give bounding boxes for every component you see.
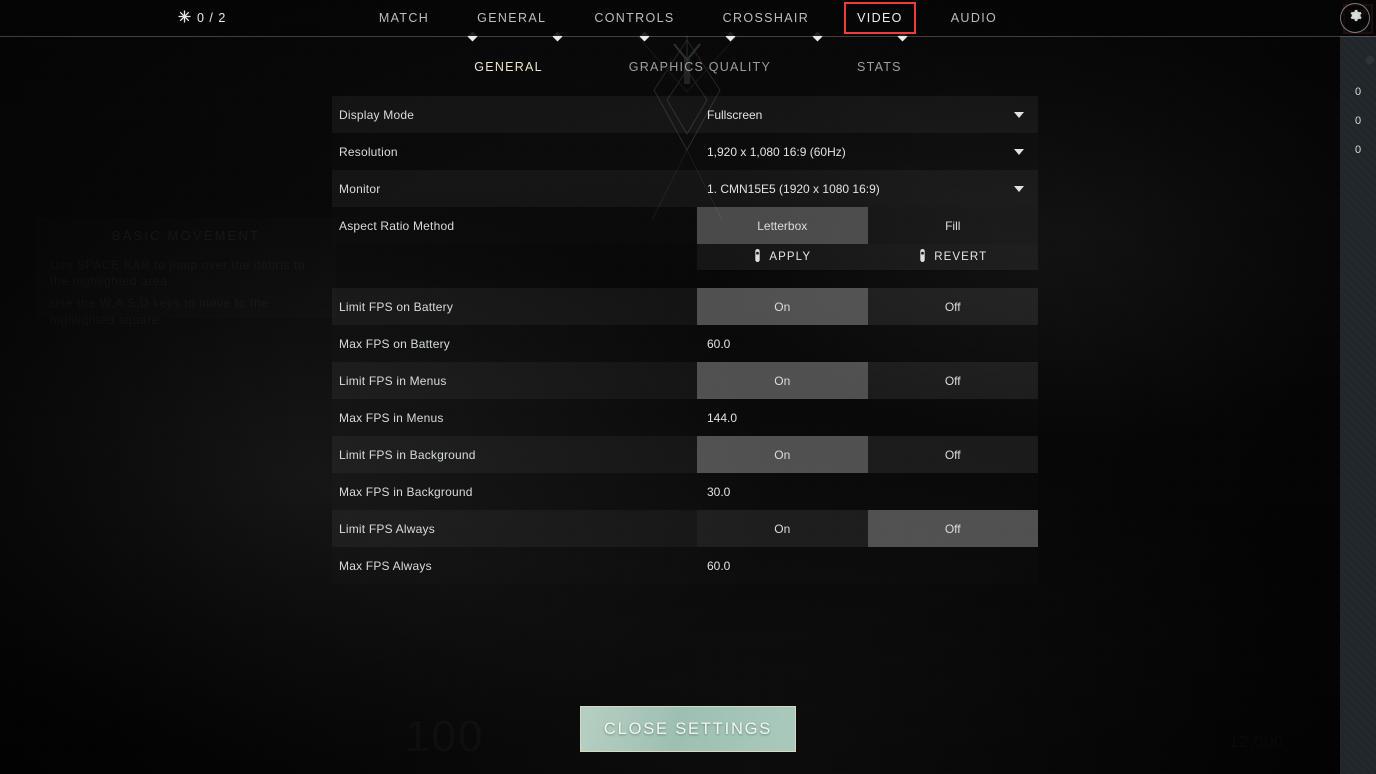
segment-limit-fps-on-battery-off[interactable]: Off (868, 288, 1039, 325)
setting-label-max-fps-in-background: Max FPS in Background (339, 484, 473, 499)
dropdown-value-monitor: 1. CMN15E5 (1920 x 1080 16:9) (707, 181, 880, 196)
subtab-general[interactable]: GENERAL (474, 60, 543, 74)
dropdown-value-display-mode: Fullscreen (707, 107, 763, 122)
subtab-graphics-quality[interactable]: GRAPHICS QUALITY (629, 60, 771, 74)
setting-row-max-fps-in-background: Max FPS in Background 30.0 (332, 473, 1038, 510)
setting-label-limit-fps-in-menus: Limit FPS in Menus (339, 373, 447, 388)
segment-limit-fps-on-battery-on[interactable]: On (697, 288, 868, 325)
setting-control-limit-fps-on-battery: On Off (697, 288, 1038, 325)
right-side-rail: 0 0 0 (1340, 36, 1376, 774)
setting-label-max-fps-on-battery: Max FPS on Battery (339, 336, 450, 351)
key-icon (753, 249, 762, 265)
tab-controls[interactable]: CONTROLS (584, 5, 684, 31)
key-icon (918, 249, 927, 265)
revert-button[interactable]: REVERT (868, 244, 1039, 270)
setting-label-max-fps-always: Max FPS Always (339, 558, 432, 573)
setting-label-display-mode: Display Mode (339, 107, 415, 122)
setting-label-limit-fps-on-battery: Limit FPS on Battery (339, 299, 454, 314)
setting-row-max-fps-always: Max FPS Always 60.0 (332, 547, 1038, 584)
settings-action-bar: APPLY REVERT (332, 244, 1038, 270)
segment-limit-fps-in-menus-off[interactable]: Off (868, 362, 1039, 399)
settings-list: Display Mode Fullscreen Resolution 1,920… (332, 96, 1038, 584)
setting-label-resolution: Resolution (339, 144, 398, 159)
segment-limit-fps-always-on[interactable]: On (697, 510, 868, 547)
setting-row-max-fps-in-menus: Max FPS in Menus 144.0 (332, 399, 1038, 436)
apply-button-label: APPLY (769, 251, 812, 263)
setting-label-aspect-ratio-method: Aspect Ratio Method (339, 218, 455, 233)
setting-row-max-fps-on-battery: Max FPS on Battery 60.0 (332, 325, 1038, 362)
segment-limit-fps-in-background-off[interactable]: Off (868, 436, 1039, 473)
setting-control-max-fps-in-menus: 144.0 (697, 399, 1038, 436)
value-max-fps-in-menus[interactable]: 144.0 (697, 399, 1038, 436)
revert-button-label: REVERT (934, 251, 988, 263)
setting-label-monitor: Monitor (339, 181, 381, 196)
chevron-down-icon (1014, 111, 1024, 118)
setting-row-display-mode: Display Mode Fullscreen (332, 96, 1038, 133)
value-max-fps-always[interactable]: 60.0 (697, 547, 1038, 584)
setting-row-limit-fps-in-background: Limit FPS in Background On Off (332, 436, 1038, 473)
tab-audio[interactable]: AUDIO (941, 5, 1007, 31)
tab-crosshair[interactable]: CROSSHAIR (713, 5, 819, 31)
right-rail-number-0: 0 (1354, 86, 1362, 98)
chevron-down-icon (1014, 185, 1024, 192)
setting-label-limit-fps-always: Limit FPS Always (339, 521, 435, 536)
setting-row-resolution: Resolution 1,920 x 1,080 16:9 (60Hz) (332, 133, 1038, 170)
sub-tab-bar: GENERAL GRAPHICS QUALITY STATS (0, 56, 1376, 78)
setting-control-limit-fps-always: On Off (697, 510, 1038, 547)
segment-limit-fps-in-menus-on[interactable]: On (697, 362, 868, 399)
dropdown-value-resolution: 1,920 x 1,080 16:9 (60Hz) (707, 144, 846, 159)
settings-section-gap (332, 270, 1038, 288)
chevron-down-icon (1014, 148, 1024, 155)
segment-letterbox[interactable]: Letterbox (697, 207, 868, 244)
setting-control-display-mode: Fullscreen (697, 96, 1038, 133)
main-tab-bar: MATCH GENERAL CONTROLS CROSSHAIR VIDEO A… (0, 0, 1376, 36)
segment-fill[interactable]: Fill (868, 207, 1039, 244)
dropdown-display-mode[interactable]: Fullscreen (697, 96, 1038, 133)
segment-limit-fps-in-background-on[interactable]: On (697, 436, 868, 473)
setting-row-limit-fps-in-menus: Limit FPS in Menus On Off (332, 362, 1038, 399)
close-settings-button[interactable]: CLOSE SETTINGS (580, 706, 796, 752)
dropdown-resolution[interactable]: 1,920 x 1,080 16:9 (60Hz) (697, 133, 1038, 170)
setting-label-max-fps-in-menus: Max FPS in Menus (339, 410, 444, 425)
gear-icon (1348, 8, 1363, 28)
setting-row-aspect-ratio-method: Aspect Ratio Method Letterbox Fill (332, 207, 1038, 244)
settings-gear-button[interactable] (1340, 3, 1370, 33)
top-bar: 0 / 2 MATCH GENERAL CONTROLS CROSSHAIR V… (0, 0, 1376, 36)
setting-row-limit-fps-on-battery: Limit FPS on Battery On Off (332, 288, 1038, 325)
dropdown-monitor[interactable]: 1. CMN15E5 (1920 x 1080 16:9) (697, 170, 1038, 207)
setting-control-resolution: 1,920 x 1,080 16:9 (60Hz) (697, 133, 1038, 170)
setting-control-max-fps-always: 60.0 (697, 547, 1038, 584)
tab-rail (0, 31, 1376, 48)
segment-limit-fps-always-off[interactable]: Off (867, 510, 1038, 547)
subtab-stats[interactable]: STATS (857, 60, 902, 74)
setting-row-limit-fps-always: Limit FPS Always On Off (332, 510, 1038, 547)
valorant-settings-screen: BASIC MOVEMENT Use SPACE BAR to jump ove… (0, 0, 1376, 774)
setting-control-aspect-ratio-method: Letterbox Fill (697, 207, 1038, 244)
setting-label-limit-fps-in-background: Limit FPS in Background (339, 447, 476, 462)
tab-general[interactable]: GENERAL (467, 5, 556, 31)
setting-row-monitor: Monitor 1. CMN15E5 (1920 x 1080 16:9) (332, 170, 1038, 207)
value-max-fps-in-background[interactable]: 30.0 (697, 473, 1038, 510)
tab-rail-line (0, 36, 1376, 37)
action-bar-buttons: APPLY REVERT (697, 244, 1038, 270)
action-bar-spacer (332, 244, 697, 270)
right-rail-number-1: 0 (1354, 115, 1362, 127)
setting-control-max-fps-on-battery: 60.0 (697, 325, 1038, 362)
setting-control-limit-fps-in-background: On Off (697, 436, 1038, 473)
close-settings-label: CLOSE SETTINGS (603, 719, 773, 738)
tab-match[interactable]: MATCH (369, 5, 439, 31)
right-rail-number-2: 0 (1354, 144, 1362, 156)
apply-button[interactable]: APPLY (697, 244, 868, 270)
setting-control-monitor: 1. CMN15E5 (1920 x 1080 16:9) (697, 170, 1038, 207)
setting-control-limit-fps-in-menus: On Off (697, 362, 1038, 399)
value-max-fps-on-battery[interactable]: 60.0 (697, 325, 1038, 362)
setting-control-max-fps-in-background: 30.0 (697, 473, 1038, 510)
tab-video[interactable]: VIDEO (844, 2, 916, 34)
